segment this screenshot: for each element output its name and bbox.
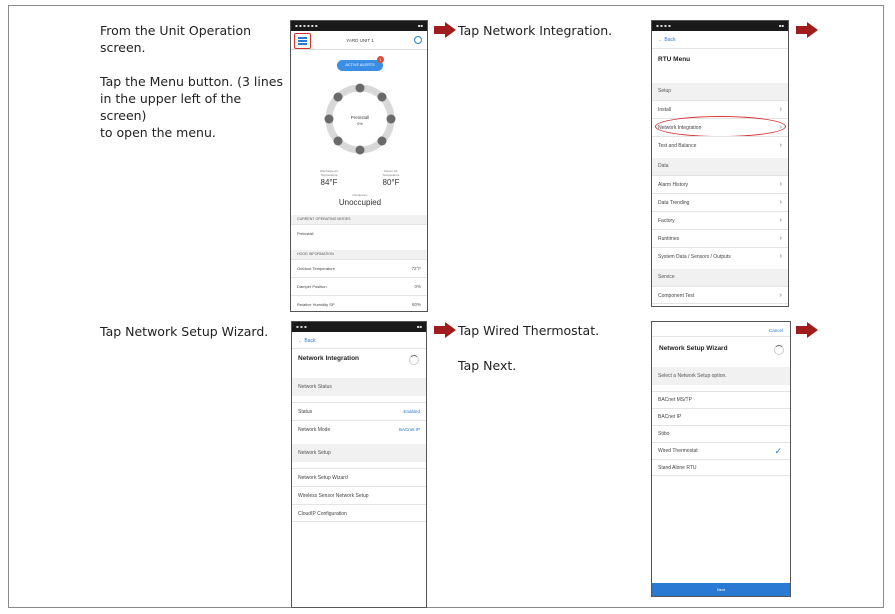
loading-spinner-icon <box>774 345 784 355</box>
option-bacnet-mstp[interactable]: BACnet MS/TP <box>652 391 790 408</box>
info-row: Outdoor Temperature 72°F <box>291 259 427 277</box>
loading-spinner-icon <box>409 355 419 365</box>
mode-row: Preinstall <box>291 224 427 242</box>
network-setup-header: Network Setup <box>292 444 426 462</box>
active-alerts-button[interactable]: ACTIVE ALERTS <box>337 60 383 71</box>
menu-item-component-test[interactable]: Component Test › <box>652 286 788 304</box>
status-bar: ▪ ▪ ▪ ▪ ▪▪ <box>652 21 788 31</box>
hood-info-header: HOOD INFORMATION <box>291 250 427 259</box>
network-status-header: Network Status <box>292 378 426 396</box>
step4-instruction: Tap Wired Thermostat. <box>458 323 600 338</box>
option-stand-alone-rtu[interactable]: Stand Alone RTU <box>652 459 790 476</box>
return-air-temp: 80°F <box>382 178 400 187</box>
step1-instructions: From the Unit Operation screen. Tap the … <box>100 22 285 141</box>
operating-modes-header: CURRENT OPERATING MODES <box>291 215 427 224</box>
step3-instruction: Tap Network Setup Wizard. <box>100 324 269 339</box>
info-row: Damper Position 0% <box>291 277 427 295</box>
ring-node <box>377 136 387 146</box>
highlight-ellipse <box>655 116 786 137</box>
step1-line: in the upper left of the screen) <box>100 91 242 123</box>
alert-count-badge: 1 <box>377 56 384 63</box>
discharge-air-label: Discharge Air Temperature <box>320 169 338 177</box>
page-title: Network Setup Wizard <box>659 345 728 352</box>
phone-unit-operation: ▪ ▪ ▪ ▪ ▪ ▪ ▪▪ YARD UNIT 1 ACTIVE ALERTS … <box>290 20 428 312</box>
step2-instruction: Tap Network Integration. <box>458 23 613 38</box>
setup-option-prompt: Select a Network Setup option. <box>652 367 790 385</box>
next-button[interactable]: Next <box>652 583 790 596</box>
ring-node <box>333 92 343 102</box>
back-link[interactable]: ← Back <box>298 338 316 344</box>
ring-node <box>377 92 387 102</box>
page-title: Network Integration <box>298 355 360 362</box>
step1-line: to open the menu. <box>100 125 216 140</box>
status-bar: ▪ ▪ ▪ ▪ ▪ ▪ ▪▪ <box>291 21 427 31</box>
occupancy-value: Unoccupied <box>338 198 382 207</box>
phone-network-integration: ▪ ▪ ▪ ▪▪ ← Back Network Integration Netwo… <box>291 321 427 608</box>
phone-network-setup-wizard: Cancel Network Setup Wizard Select a Net… <box>651 321 791 597</box>
discharge-air-temp: 84°F <box>320 178 338 187</box>
network-mode-row: Network Mode BACnet IP <box>292 420 426 438</box>
page-title: RTU Menu <box>658 56 691 63</box>
arrow-right-icon <box>434 22 456 38</box>
cancel-button[interactable]: Cancel <box>769 328 783 333</box>
arrow-right-icon <box>434 322 456 338</box>
ring-node <box>324 114 334 124</box>
settings-gear-icon[interactable] <box>414 36 422 44</box>
cloudip-configuration-item[interactable]: CloudIP Configuration <box>292 504 426 522</box>
menu-item-runtimes[interactable]: Runtimes › <box>652 229 788 247</box>
option-wired-thermostat[interactable]: Wired Thermostat ✓ <box>652 442 790 459</box>
step1-line: From the Unit Operation <box>100 23 252 38</box>
arrow-right-icon <box>796 322 818 338</box>
ring-node <box>333 136 343 146</box>
menu-item-data-trending[interactable]: Data Trending › <box>652 193 788 211</box>
menu-button[interactable] <box>294 33 311 49</box>
phone-rtu-menu: ▪ ▪ ▪ ▪ ▪▪ ← Back RTU Menu Setup Install ›… <box>651 20 789 307</box>
arrow-right-icon <box>796 22 818 38</box>
menu-item-test-and-balance[interactable]: Test and Balance › <box>652 136 788 154</box>
option-stibo[interactable]: Stibo <box>652 425 790 442</box>
menu-item-alarm-history[interactable]: Alarm History › <box>652 175 788 193</box>
ring-percent: 0% <box>357 121 363 126</box>
step4-next-instruction: Tap Next. <box>458 358 517 373</box>
step1-line: screen. <box>100 40 146 55</box>
menu-item-system-data[interactable]: System Data / Sensors / Outputs › <box>652 247 788 265</box>
section-header-data: Data <box>652 158 788 175</box>
wireless-sensor-setup-item[interactable]: Wireless Sensor Network Setup <box>292 486 426 504</box>
info-row: Relative Humidity SP 60% <box>291 295 427 311</box>
status-row: Status Enabled <box>292 402 426 420</box>
section-header-service: Service <box>652 269 788 286</box>
unit-title: YARD UNIT 1 <box>346 38 374 43</box>
ring-node <box>355 83 365 93</box>
status-bar: ▪ ▪ ▪ ▪▪ <box>292 322 426 332</box>
return-air-label: Return Air Temperature <box>382 169 400 177</box>
ring-mode-label: Preinstall <box>350 115 370 120</box>
ring-node <box>386 114 396 124</box>
ring-node <box>355 145 365 155</box>
network-setup-wizard-item[interactable]: Network Setup Wizard <box>292 468 426 486</box>
option-bacnet-ip[interactable]: BACnet IP <box>652 408 790 425</box>
menu-item-factory[interactable]: Factory › <box>652 211 788 229</box>
occupancy-label: Occupancy <box>352 193 368 197</box>
section-header-setup: Setup <box>652 83 788 100</box>
checkmark-icon: ✓ <box>774 446 782 456</box>
back-link[interactable]: ← Back <box>658 37 676 43</box>
step1-line: Tap the Menu button. (3 lines <box>100 74 283 89</box>
